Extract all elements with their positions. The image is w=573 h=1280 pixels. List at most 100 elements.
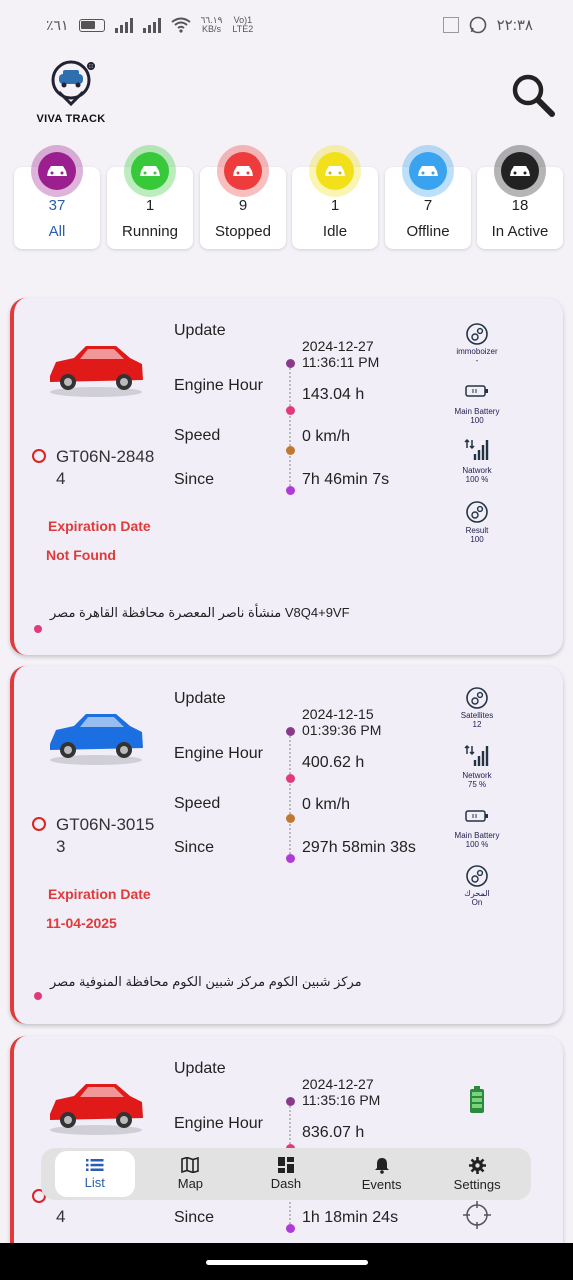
vehicle-card[interactable]: GT06N-30153 Expiration Date 11-04-2025 U… [10, 666, 563, 1024]
car-icon [418, 166, 438, 176]
timeline-dot [286, 854, 295, 863]
app-notification-icon [442, 17, 459, 33]
satellite-dial-icon [466, 687, 488, 709]
timeline-dot [286, 727, 295, 736]
update-label: Update [174, 690, 226, 707]
main-battery-label: Main Battery 100 % [454, 831, 500, 849]
map-icon [181, 1157, 200, 1173]
gear-icon [468, 1156, 486, 1174]
plate-number: 4 [56, 1207, 66, 1226]
status-dot [32, 449, 46, 463]
nav-map[interactable]: Map [150, 1151, 230, 1197]
speed-value: 0 km/h [302, 796, 351, 813]
timeline-dot [286, 774, 295, 783]
filter-label: Idle [322, 223, 348, 240]
filter-label: Running [122, 223, 178, 240]
update-value: 2024-12-27 11:36:11 PM [302, 338, 380, 370]
plate-row: GT06N-28484 [32, 446, 156, 490]
car-icon [233, 166, 253, 176]
vehicle-card[interactable]: GT06N-28484 Expiration Date Not Found Up… [10, 298, 563, 655]
status-bar: ٪٦١ ٦٦.١٩ KB/s Vo)1 LTE2 ٢٢:٣٨ [0, 0, 573, 50]
update-label: Update [174, 322, 226, 339]
timeline-dot [286, 359, 295, 368]
filter-count: 1 [145, 197, 155, 214]
nav-list[interactable]: List [54, 1151, 135, 1197]
battery-percent: ٪٦١ [46, 16, 69, 33]
engine-dial-icon [466, 865, 488, 887]
nav-settings[interactable]: Settings [437, 1151, 517, 1197]
expiration-value: Not Found [46, 547, 116, 563]
network-label: Natwork 100 % [462, 466, 492, 484]
engine-label: المحرك On [464, 889, 490, 907]
result-label: Result 100 [465, 526, 489, 544]
since-value: 1h 18min 24s [302, 1209, 399, 1226]
network-label: Network 75 % [462, 771, 492, 789]
nav-label: Events [361, 1176, 402, 1192]
filter-idle[interactable]: 1 Idle [292, 145, 378, 249]
filter-running[interactable]: 1 Running [107, 145, 193, 249]
network-type: Vo)1 LTE2 [232, 15, 254, 34]
timeline-dot [286, 1097, 295, 1106]
status-filter-bar: 37 All 1 Running 9 Stopped 1 Idle 7 Offl… [0, 145, 573, 255]
speed-label: Speed [174, 795, 221, 812]
list-icon [85, 1159, 104, 1171]
car-icon [140, 166, 160, 176]
since-label: Since [174, 471, 215, 488]
home-indicator[interactable] [206, 1260, 368, 1265]
signal-icon [464, 744, 489, 766]
bell-icon [374, 1157, 389, 1174]
car-icon [325, 166, 345, 176]
engine-hour-value: 143.04 h [302, 386, 365, 403]
lock-dial-icon [466, 323, 488, 345]
engine-hour-value: 836.07 h [302, 1124, 365, 1141]
system-gesture-bar [0, 1243, 573, 1280]
engine-hour-value: 400.62 h [302, 754, 365, 771]
filter-label: Stopped [215, 223, 271, 240]
car-icon [47, 166, 67, 176]
dial-icon [466, 501, 488, 523]
timeline-dot [286, 814, 295, 823]
update-value: 2024-12-15 01:39:36 PM [302, 706, 382, 738]
filter-all[interactable]: 37 All [14, 145, 100, 249]
car-image [50, 714, 143, 765]
timeline-dot [286, 446, 295, 455]
filter-inactive[interactable]: 18 In Active [477, 145, 563, 249]
since-label: Since [174, 839, 215, 856]
nav-dash[interactable]: Dash [246, 1151, 326, 1197]
expiration-label: Expiration Date [48, 518, 151, 534]
satellites-label: Satellites 12 [460, 711, 494, 729]
engine-hour-label: Engine Hour [174, 1115, 263, 1132]
timeline-dot [286, 486, 295, 495]
app-logo: VIVA TRACK [34, 58, 108, 125]
app-header: VIVA TRACK [0, 50, 573, 140]
status-dot [32, 817, 46, 831]
logo-text: VIVA TRACK [36, 113, 106, 125]
address-text: منشأة ناصر المعصرة محافظة القاهرة مصر V8… [50, 605, 350, 620]
car-icon [510, 166, 530, 176]
network-speed: ٦٦.١٩ KB/s [200, 15, 223, 34]
filter-label: In Active [491, 223, 549, 240]
filter-offline[interactable]: 7 Offline [385, 145, 471, 249]
filter-label: Offline [406, 223, 450, 240]
engine-hour-label: Engine Hour [174, 377, 263, 394]
search-icon [512, 74, 555, 117]
speed-label: Speed [174, 427, 221, 444]
nav-label: Dash [270, 1176, 302, 1191]
car-image [50, 346, 143, 397]
signal-icon [114, 17, 133, 33]
expiration-label: Expiration Date [48, 886, 151, 902]
filter-count: 18 [511, 197, 529, 214]
plate-row: GT06N-30153 [32, 814, 156, 858]
filter-count: 9 [238, 197, 248, 214]
address-text: مركز شبين الكوم مركز شبين الكوم محافظة ا… [50, 974, 362, 989]
search-button[interactable] [510, 72, 556, 118]
timeline-dot [286, 406, 295, 415]
filter-count: 7 [423, 197, 433, 214]
logo-pin-icon [51, 60, 95, 107]
battery-icon [465, 810, 488, 822]
bottom-navigation: List Map Dash Events Settings [41, 1148, 531, 1200]
address-dot [34, 992, 42, 1000]
dashboard-icon [277, 1157, 294, 1173]
nav-events[interactable]: Events [342, 1151, 422, 1197]
filter-stopped[interactable]: 9 Stopped [200, 145, 286, 249]
